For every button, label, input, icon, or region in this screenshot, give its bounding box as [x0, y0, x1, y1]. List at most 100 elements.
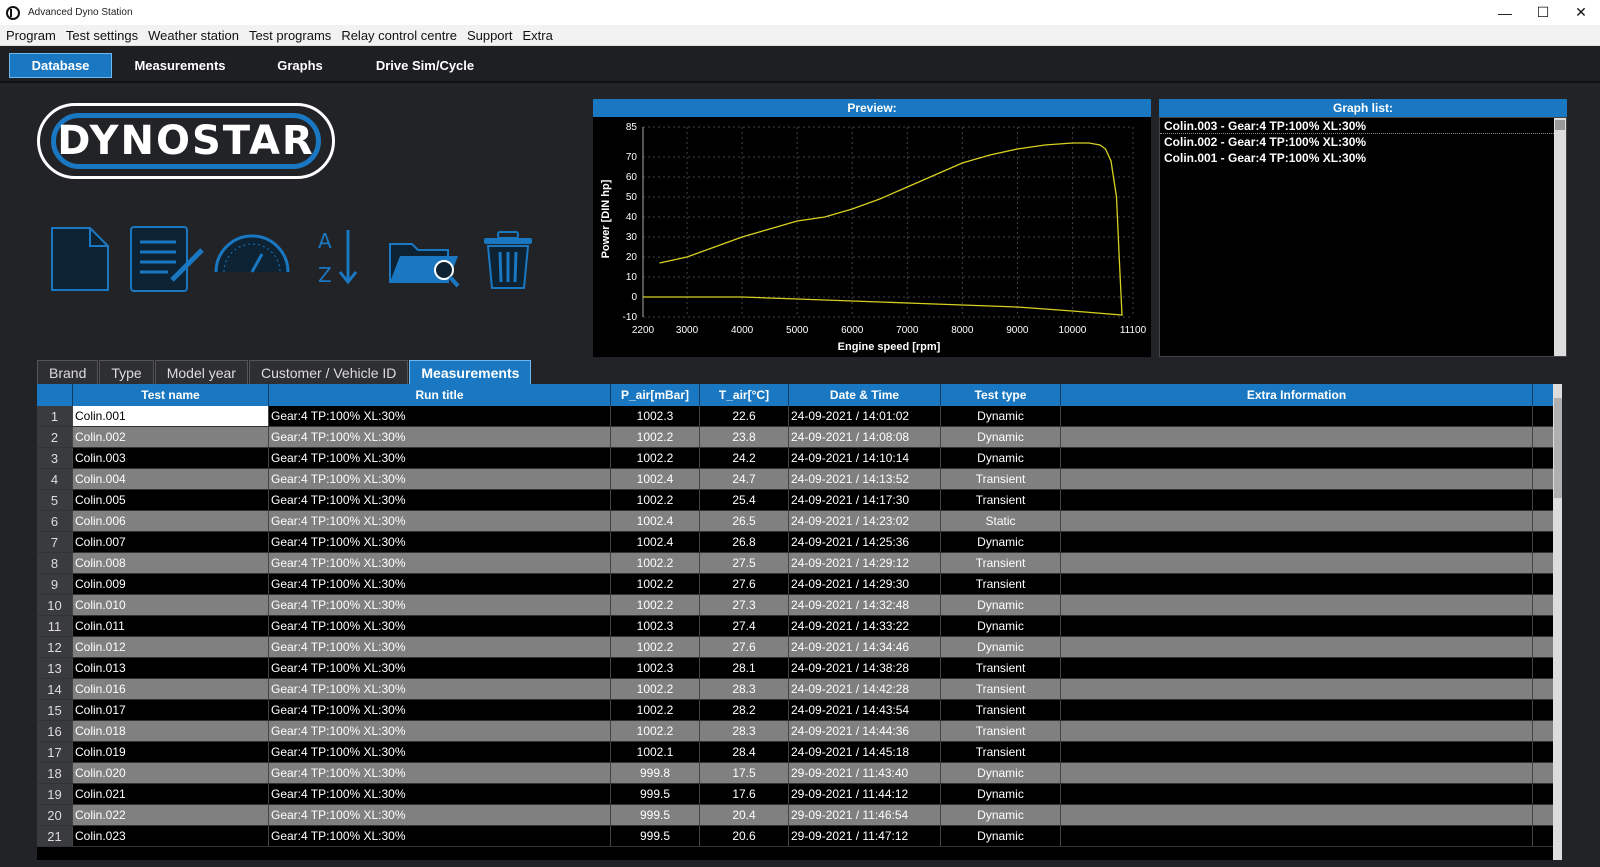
table-cell[interactable]: Transient — [941, 700, 1061, 720]
table-cell[interactable]: Colin.017 — [73, 700, 269, 720]
table-cell[interactable]: 24.7 — [700, 469, 789, 489]
table-cell[interactable]: Gear:4 TP:100% XL:30% — [269, 826, 611, 846]
table-cell[interactable] — [1061, 679, 1533, 699]
table-cell[interactable]: 23.8 — [700, 427, 789, 447]
table-row[interactable]: 17 Colin.019 Gear:4 TP:100% XL:30% 1002.1 28… — [37, 742, 1562, 763]
subtab-customer-vehicle-id[interactable]: Customer / Vehicle ID — [248, 360, 409, 384]
subtab-measurements[interactable]: Measurements — [409, 360, 532, 384]
table-row[interactable]: 5 Colin.005 Gear:4 TP:100% XL:30% 1002.2 25.… — [37, 490, 1562, 511]
sort-az-icon[interactable]: A Z — [316, 226, 360, 288]
table-cell[interactable]: Colin.003 — [73, 448, 269, 468]
table-cell[interactable]: Gear:4 TP:100% XL:30% — [269, 469, 611, 489]
table-cell[interactable]: Gear:4 TP:100% XL:30% — [269, 700, 611, 720]
minimize-button[interactable]: — — [1486, 0, 1524, 25]
table-cell[interactable] — [1061, 490, 1533, 510]
table-cell[interactable]: Static — [941, 511, 1061, 531]
table-cell[interactable] — [1061, 427, 1533, 447]
table-cell[interactable]: Gear:4 TP:100% XL:30% — [269, 805, 611, 825]
table-cell[interactable]: 27.6 — [700, 574, 789, 594]
table-cell[interactable]: Gear:4 TP:100% XL:30% — [269, 406, 611, 426]
table-row[interactable]: 12 Colin.012 Gear:4 TP:100% XL:30% 1002.2 27… — [37, 637, 1562, 658]
table-cell[interactable] — [1061, 574, 1533, 594]
table-cell[interactable]: Gear:4 TP:100% XL:30% — [269, 742, 611, 762]
table-cell[interactable]: 24-09-2021 / 14:10:14 — [789, 448, 941, 468]
table-cell[interactable]: 28.1 — [700, 658, 789, 678]
table-cell[interactable]: Dynamic — [941, 826, 1061, 846]
table-cell[interactable]: Gear:4 TP:100% XL:30% — [269, 553, 611, 573]
table-cell[interactable]: 999.8 — [611, 763, 700, 783]
table-cell[interactable] — [1061, 805, 1533, 825]
table-cell[interactable]: Dynamic — [941, 448, 1061, 468]
table-cell[interactable]: 1002.2 — [611, 637, 700, 657]
table-row[interactable]: 13 Colin.013 Gear:4 TP:100% XL:30% 1002.3 28… — [37, 658, 1562, 679]
table-cell[interactable]: 1002.2 — [611, 574, 700, 594]
menu-weather-station[interactable]: Weather station — [148, 28, 239, 43]
table-cell[interactable] — [1061, 826, 1533, 846]
table-cell[interactable]: 1002.2 — [611, 721, 700, 741]
table-row[interactable]: 3 Colin.003 Gear:4 TP:100% XL:30% 1002.2 24.… — [37, 448, 1562, 469]
table-cell[interactable] — [1061, 532, 1533, 552]
table-cell[interactable]: Dynamic — [941, 763, 1061, 783]
table-cell[interactable]: 1002.4 — [611, 469, 700, 489]
table-cell[interactable] — [1061, 469, 1533, 489]
table-cell[interactable] — [1061, 511, 1533, 531]
graph-list[interactable]: Colin.003 - Gear:4 TP:100% XL:30% Colin.… — [1159, 117, 1567, 357]
table-cell[interactable]: 1002.1 — [611, 742, 700, 762]
table-cell[interactable]: 24.2 — [700, 448, 789, 468]
table-cell[interactable] — [1061, 658, 1533, 678]
table-cell[interactable]: Colin.012 — [73, 637, 269, 657]
table-cell[interactable]: 1002.2 — [611, 448, 700, 468]
table-cell[interactable]: Colin.023 — [73, 826, 269, 846]
table-row[interactable]: 4 Colin.004 Gear:4 TP:100% XL:30% 1002.4 24.… — [37, 469, 1562, 490]
table-cell[interactable]: 28.3 — [700, 679, 789, 699]
new-file-icon[interactable] — [48, 224, 112, 294]
graph-list-item[interactable]: Colin.003 - Gear:4 TP:100% XL:30% — [1160, 118, 1566, 134]
table-cell[interactable]: Transient — [941, 490, 1061, 510]
table-cell[interactable]: Gear:4 TP:100% XL:30% — [269, 574, 611, 594]
table-cell[interactable]: 24-09-2021 / 14:25:36 — [789, 532, 941, 552]
table-cell[interactable]: 24-09-2021 / 14:13:52 — [789, 469, 941, 489]
table-cell[interactable]: Dynamic — [941, 595, 1061, 615]
subtab-type[interactable]: Type — [99, 360, 154, 384]
table-cell[interactable]: Transient — [941, 658, 1061, 678]
table-cell[interactable]: 1002.3 — [611, 616, 700, 636]
edit-document-icon[interactable] — [128, 224, 208, 294]
table-cell[interactable]: Dynamic — [941, 637, 1061, 657]
table-cell[interactable]: 999.5 — [611, 805, 700, 825]
table-cell[interactable]: Gear:4 TP:100% XL:30% — [269, 595, 611, 615]
table-cell[interactable]: Colin.008 — [73, 553, 269, 573]
column-header[interactable]: Test type — [941, 384, 1061, 406]
table-cell[interactable] — [1061, 553, 1533, 573]
table-cell[interactable]: Dynamic — [941, 532, 1061, 552]
table-cell[interactable]: 22.6 — [700, 406, 789, 426]
table-cell[interactable]: 1002.3 — [611, 406, 700, 426]
column-header[interactable]: Extra Information — [1061, 384, 1533, 406]
table-cell[interactable]: 1002.2 — [611, 595, 700, 615]
table-cell[interactable]: 28.4 — [700, 742, 789, 762]
table-cell[interactable]: Gear:4 TP:100% XL:30% — [269, 448, 611, 468]
table-cell[interactable]: 999.5 — [611, 784, 700, 804]
table-cell[interactable]: 29-09-2021 / 11:47:12 — [789, 826, 941, 846]
table-cell[interactable] — [1061, 616, 1533, 636]
table-cell[interactable]: 24-09-2021 / 14:38:28 — [789, 658, 941, 678]
table-scrollbar[interactable] — [1553, 384, 1562, 860]
table-cell[interactable]: 24-09-2021 / 14:08:08 — [789, 427, 941, 447]
close-button[interactable]: ✕ — [1562, 0, 1600, 25]
table-row[interactable]: 6 Colin.006 Gear:4 TP:100% XL:30% 1002.4 26.… — [37, 511, 1562, 532]
table-cell[interactable]: Dynamic — [941, 406, 1061, 426]
tab-graphs[interactable]: Graphs — [250, 53, 350, 78]
table-cell[interactable]: Colin.006 — [73, 511, 269, 531]
table-cell[interactable]: 1002.2 — [611, 553, 700, 573]
table-cell[interactable]: 24-09-2021 / 14:29:30 — [789, 574, 941, 594]
graph-list-scrollbar[interactable] — [1554, 118, 1566, 356]
table-row[interactable]: 7 Colin.007 Gear:4 TP:100% XL:30% 1002.4 26.… — [37, 532, 1562, 553]
table-row[interactable]: 18 Colin.020 Gear:4 TP:100% XL:30% 999.8 17.… — [37, 763, 1562, 784]
table-row[interactable]: 10 Colin.010 Gear:4 TP:100% XL:30% 1002.2 27… — [37, 595, 1562, 616]
table-cell[interactable]: Transient — [941, 721, 1061, 741]
table-cell[interactable]: Transient — [941, 679, 1061, 699]
table-cell[interactable]: 20.6 — [700, 826, 789, 846]
table-cell[interactable]: Colin.022 — [73, 805, 269, 825]
table-cell[interactable]: Transient — [941, 553, 1061, 573]
table-cell[interactable] — [1061, 448, 1533, 468]
column-header[interactable]: Date & Time — [789, 384, 941, 406]
